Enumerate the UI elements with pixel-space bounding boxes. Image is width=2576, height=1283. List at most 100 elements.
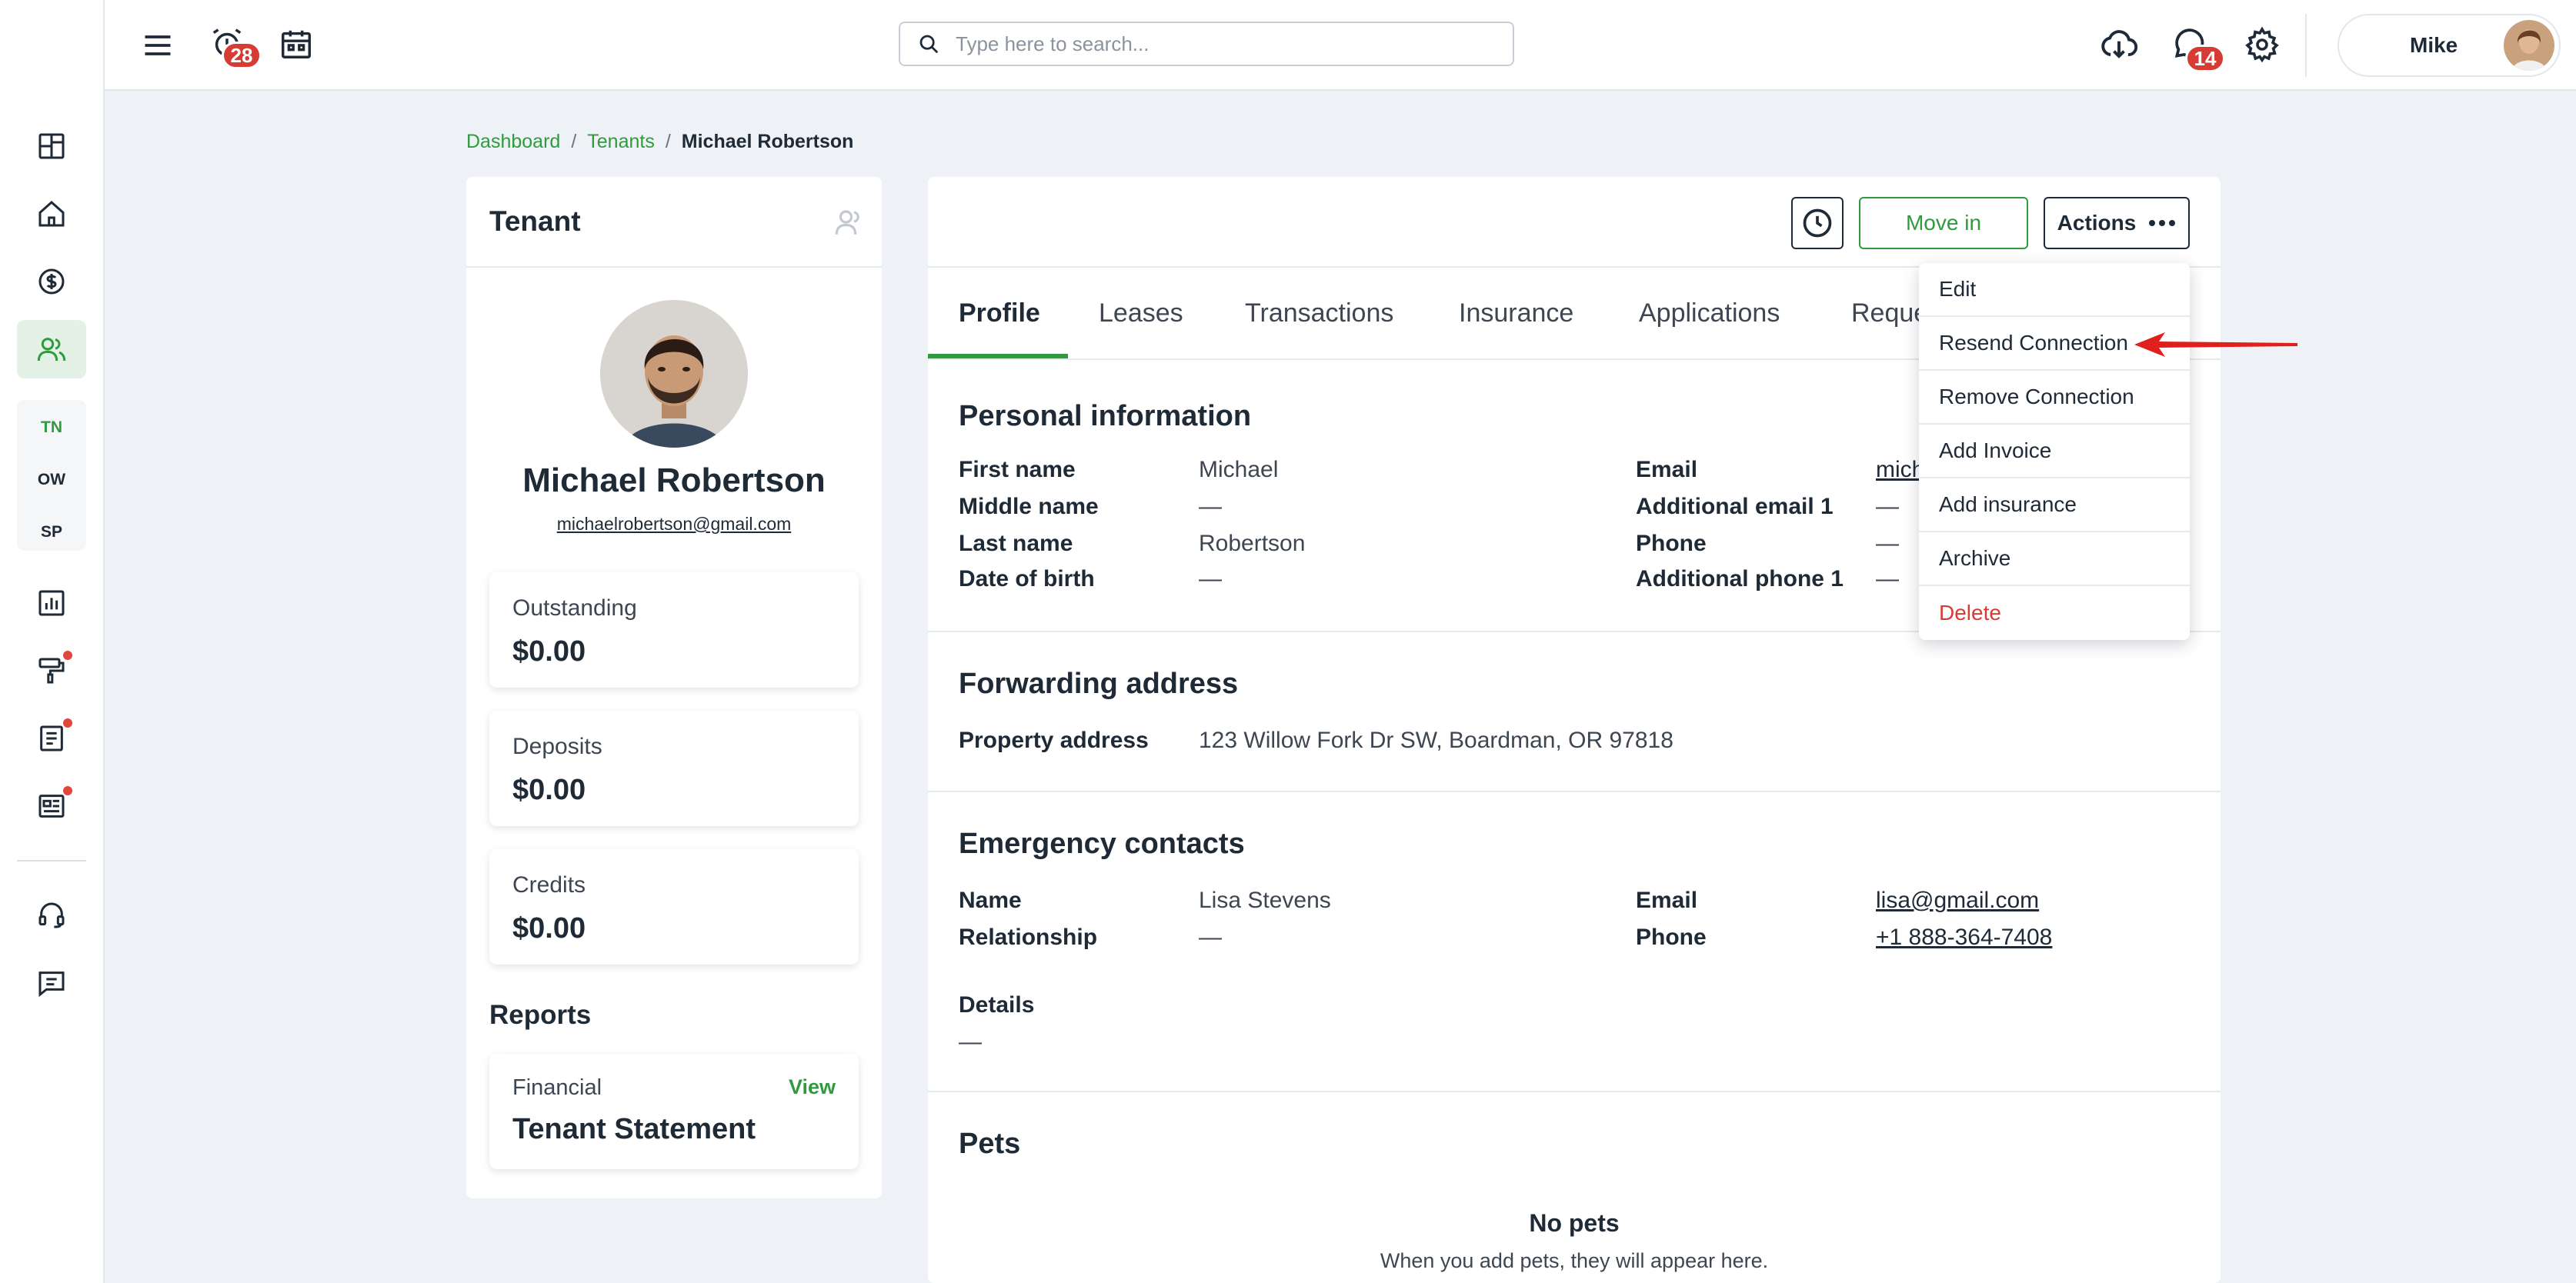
messages-badge: 14 — [2185, 45, 2225, 72]
paint-roller-icon — [38, 658, 65, 684]
tenant-email-link[interactable]: michaelrobertson@gmail.com — [466, 514, 882, 535]
credits-card: Credits $0.00 — [489, 849, 859, 965]
more-dots-icon — [2149, 220, 2176, 226]
sidebar-documents[interactable] — [17, 709, 86, 768]
actions-dropdown-menu: Edit Resend Connection Remove Connection… — [1919, 263, 2190, 640]
chat-icon — [38, 971, 65, 998]
email-label: Email — [1636, 457, 1698, 482]
tenant-card-header: Tenant — [466, 177, 882, 268]
move-in-button[interactable]: Move in — [1859, 197, 2028, 249]
email-link[interactable]: mich — [1876, 457, 1924, 483]
emergency-email-link[interactable]: lisa@gmail.com — [1876, 888, 2039, 914]
menu-item-archive[interactable]: Archive — [1919, 532, 2190, 586]
sidebar-maintenance[interactable] — [17, 642, 86, 700]
outstanding-label: Outstanding — [512, 595, 637, 621]
menu-item-add-insurance[interactable]: Add insurance — [1919, 478, 2190, 532]
credits-label: Credits — [512, 872, 586, 898]
notification-dot — [63, 718, 72, 728]
sidebar-dashboard[interactable] — [17, 117, 86, 175]
breadcrumb-separator: / — [571, 131, 577, 152]
emergency-email-label: Email — [1636, 888, 1698, 913]
sidebar-communication[interactable] — [17, 777, 86, 835]
breadcrumb-dashboard[interactable]: Dashboard — [466, 131, 560, 153]
hamburger-menu-icon — [145, 35, 171, 55]
phone-value: — — [1876, 531, 1899, 556]
pets-heading: Pets — [959, 1128, 1021, 1160]
sidebar-sub-service-pros[interactable]: SP — [17, 511, 86, 554]
sidebar-feedback[interactable] — [17, 954, 86, 1012]
user-connection-icon — [833, 206, 865, 238]
report-category: Financial — [512, 1075, 602, 1100]
relationship-label: Relationship — [959, 925, 1098, 950]
cloud-download-icon — [2101, 30, 2138, 58]
annotation-arrow-icon — [2134, 332, 2297, 357]
personal-info-heading: Personal information — [959, 400, 1252, 432]
additional-email-value: — — [1876, 494, 1899, 519]
sidebar-accounting[interactable] — [17, 252, 86, 311]
sidebar-properties[interactable] — [17, 185, 86, 243]
report-view-link[interactable]: View — [789, 1075, 836, 1099]
search-input[interactable] — [956, 32, 1494, 56]
sidebar-reports[interactable] — [17, 574, 86, 632]
section-divider — [928, 1091, 2221, 1092]
first-name-label: First name — [959, 457, 1076, 482]
menu-item-remove-connection[interactable]: Remove Connection — [1919, 371, 2190, 425]
calendar-button[interactable] — [275, 23, 317, 65]
detail-toolbar: Move in Actions — [928, 177, 2221, 268]
tab-insurance[interactable]: Insurance — [1459, 268, 1573, 358]
sidebar-support[interactable] — [17, 886, 86, 945]
tab-requests[interactable]: Reque — [1851, 268, 1928, 358]
menu-button[interactable] — [137, 25, 179, 66]
alerts-button[interactable]: 28 — [206, 20, 262, 69]
sidebar-people[interactable] — [17, 320, 86, 378]
search-box[interactable] — [899, 22, 1514, 66]
tenant-name: Michael Robertson — [522, 462, 826, 499]
tab-leases[interactable]: Leases — [1099, 268, 1183, 358]
deposits-label: Deposits — [512, 734, 602, 759]
headset-icon — [38, 902, 65, 928]
calendar-icon — [282, 30, 311, 58]
sidebar-sub-owners[interactable]: OW — [17, 458, 86, 502]
alerts-badge: 28 — [222, 42, 262, 69]
sidebar-sub-tenants[interactable]: TN — [17, 406, 86, 449]
tenant-statement-report[interactable]: Financial View Tenant Statement — [489, 1054, 859, 1169]
last-name-label: Last name — [959, 531, 1073, 556]
bar-chart-icon — [38, 590, 65, 616]
phone-label: Phone — [1636, 531, 1707, 556]
topbar-divider — [2305, 14, 2307, 77]
menu-item-add-invoice[interactable]: Add Invoice — [1919, 425, 2190, 478]
topbar: 28 14 Mike — [105, 0, 2576, 91]
menu-item-delete[interactable]: Delete — [1919, 586, 2190, 640]
emergency-name-label: Name — [959, 888, 1022, 913]
gear-icon — [2245, 26, 2279, 63]
tab-transactions[interactable]: Transactions — [1245, 268, 1393, 358]
user-menu[interactable]: Mike — [2337, 14, 2561, 77]
emergency-phone-link[interactable]: +1 888-364-7408 — [1876, 925, 2052, 951]
history-button[interactable] — [1791, 197, 1844, 249]
forwarding-address-heading: Forwarding address — [959, 668, 1239, 700]
breadcrumb-current: Michael Robertson — [681, 131, 854, 152]
tenant-avatar — [600, 300, 748, 448]
credits-value: $0.00 — [512, 912, 586, 945]
property-address-value: 123 Willow Fork Dr SW, Boardman, OR 9781… — [1199, 728, 1673, 753]
settings-button[interactable] — [2239, 22, 2285, 68]
search-icon — [919, 35, 939, 54]
middle-name-label: Middle name — [959, 494, 1099, 519]
user-avatar — [2504, 20, 2554, 71]
messages-button[interactable]: 14 — [2167, 22, 2225, 72]
breadcrumb-tenants[interactable]: Tenants — [587, 131, 655, 153]
additional-phone-label: Additional phone 1 — [1636, 566, 1844, 592]
dollar-circle-icon — [38, 268, 65, 295]
details-value: — — [959, 1029, 982, 1055]
no-pets-subtitle: When you add pets, they will appear here… — [1380, 1249, 1769, 1272]
downloads-button[interactable] — [2096, 22, 2142, 68]
actions-button[interactable]: Actions — [2044, 197, 2190, 249]
emergency-name-value: Lisa Stevens — [1199, 888, 1331, 913]
property-address-label: Property address — [959, 728, 1149, 753]
deposits-card: Deposits $0.00 — [489, 711, 859, 826]
menu-item-edit[interactable]: Edit — [1919, 263, 2190, 317]
tab-applications[interactable]: Applications — [1639, 268, 1780, 358]
middle-name-value: — — [1199, 494, 1222, 519]
reports-heading: Reports — [489, 1000, 592, 1030]
tab-profile[interactable]: Profile — [959, 268, 1040, 358]
